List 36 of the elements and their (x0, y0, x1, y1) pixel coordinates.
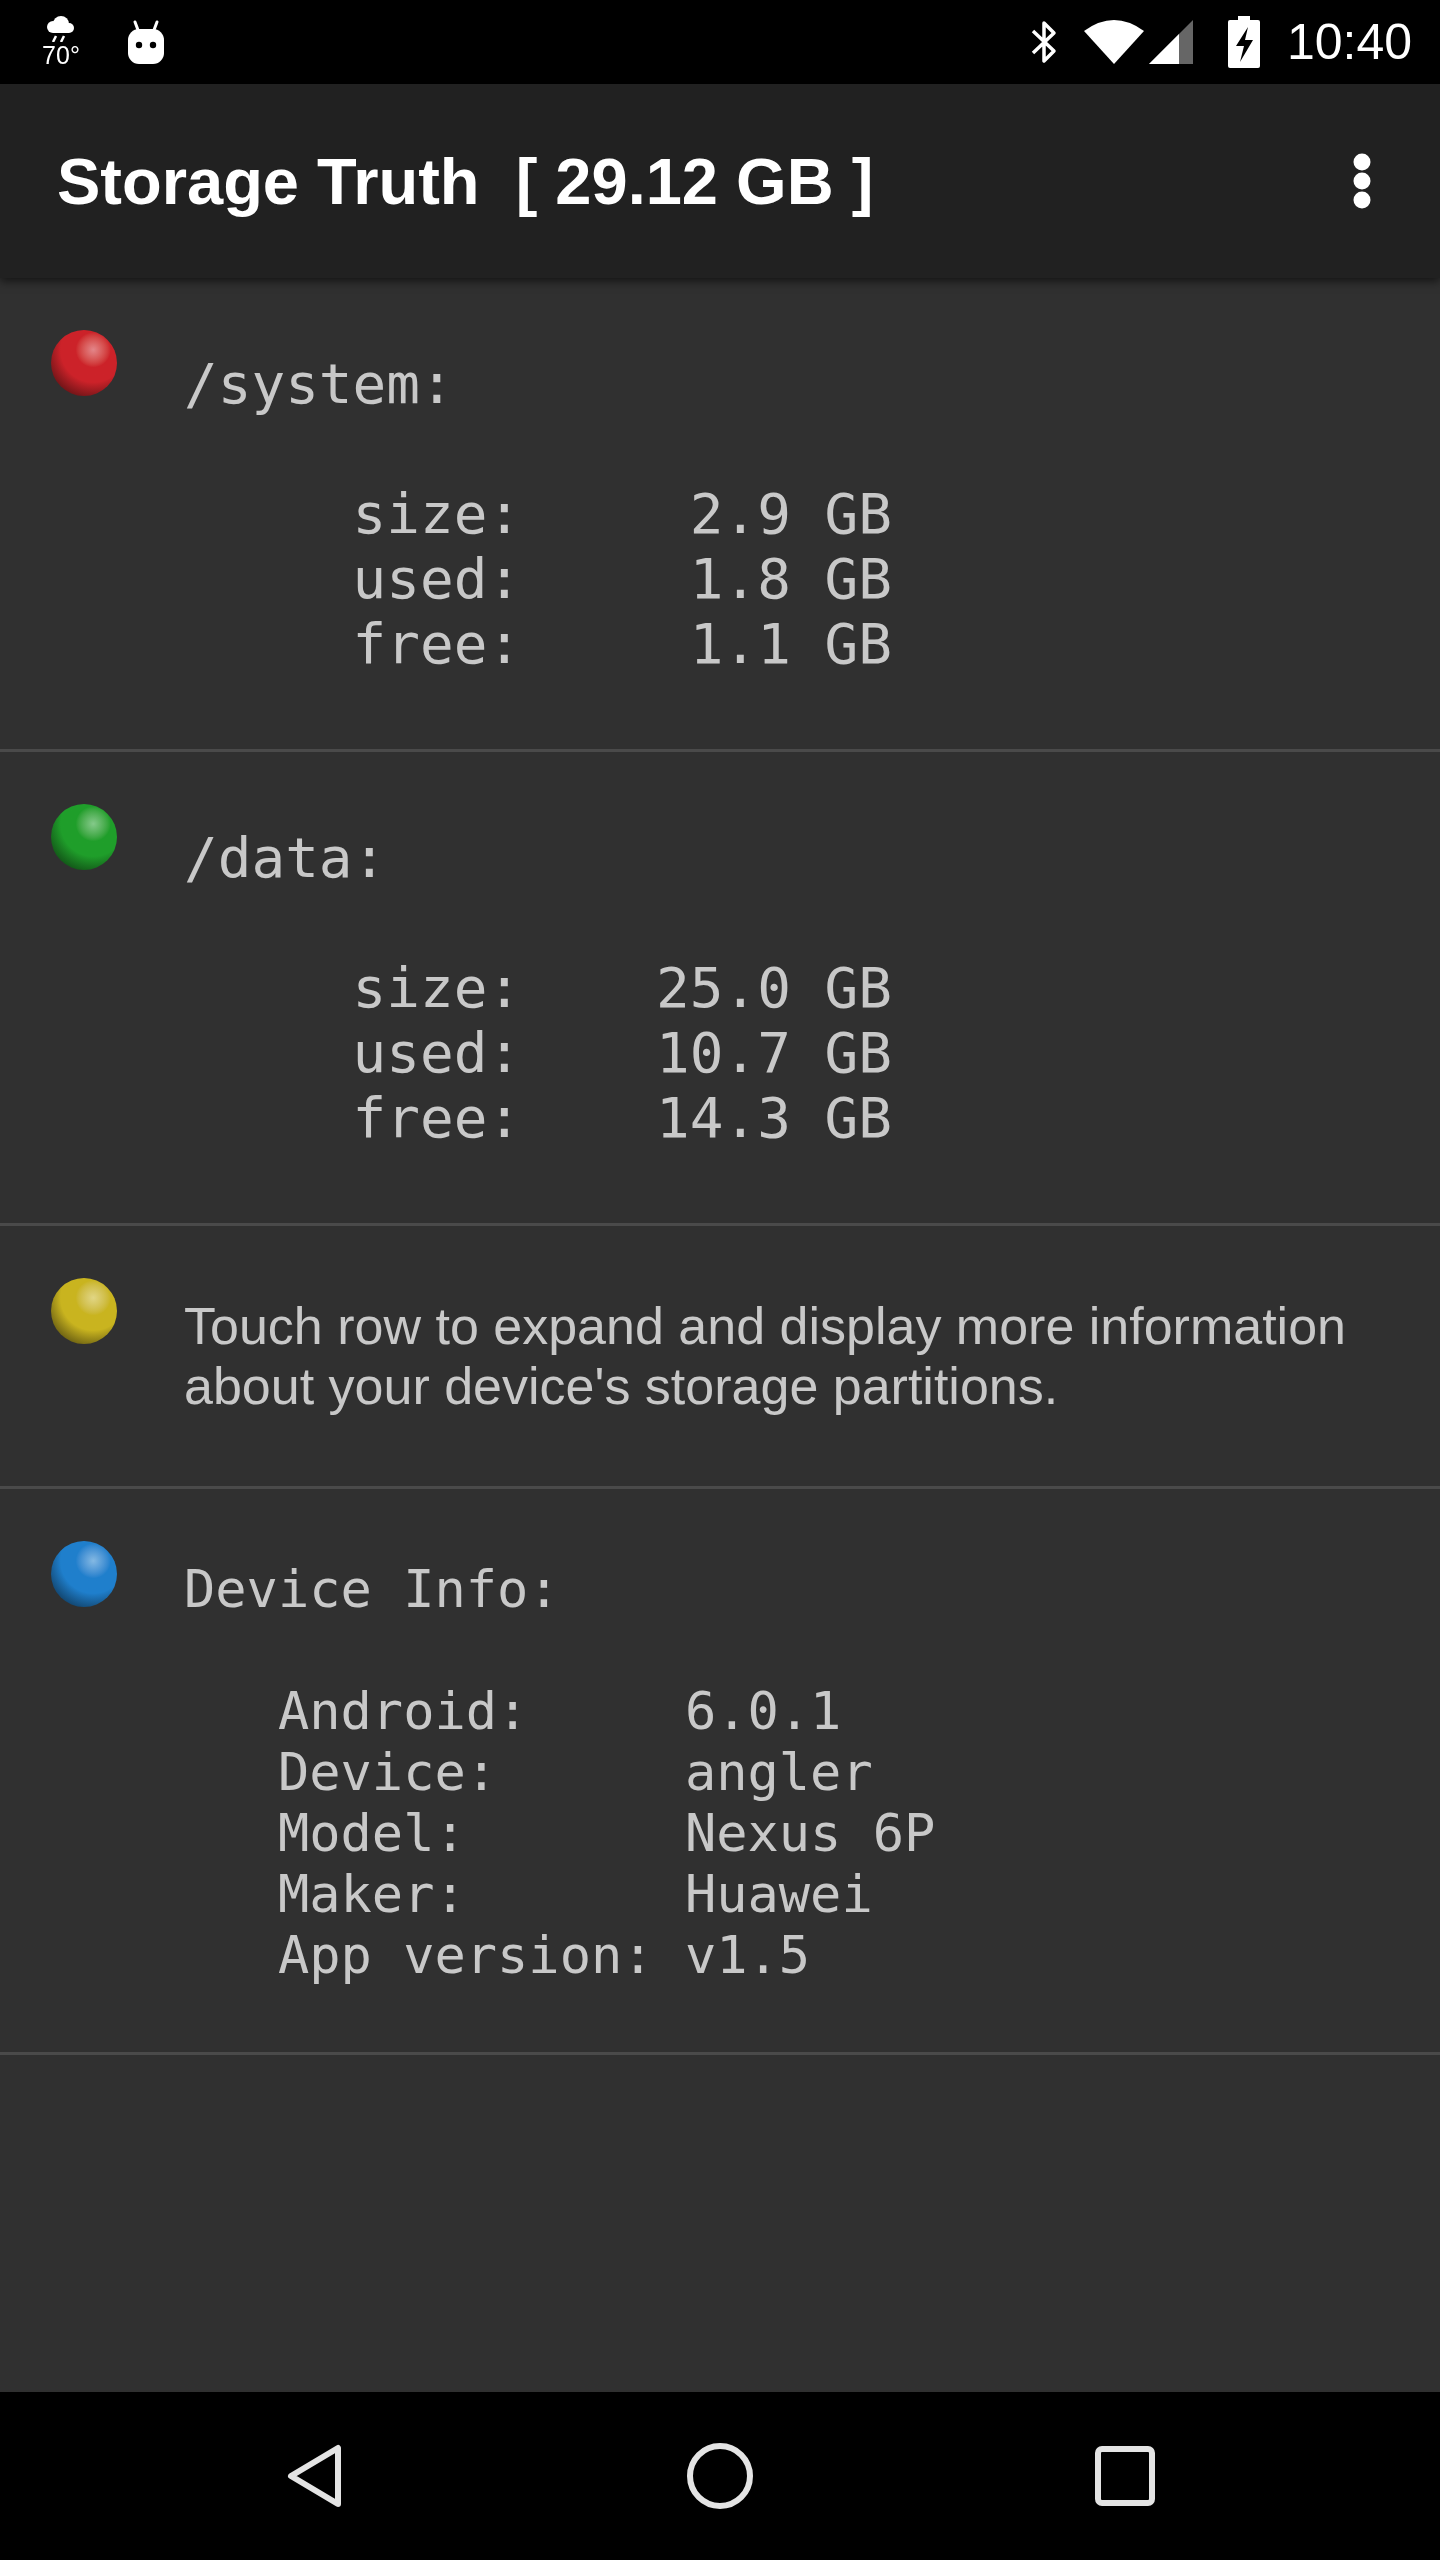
field-value: 6.0.1 (684, 1681, 842, 1742)
section-heading: /data: (184, 825, 387, 890)
field-value: 1.8 GB (689, 546, 892, 611)
field-value: angler (684, 1742, 873, 1803)
field-value: 14.3 GB (656, 1085, 892, 1150)
field-value: 1.1 GB (689, 611, 892, 676)
temperature: 70° (42, 42, 80, 68)
section-heading: /system: (184, 351, 454, 416)
robot-icon (126, 20, 166, 64)
field-label: App version: (277, 1925, 654, 1986)
home-icon[interactable] (687, 2443, 753, 2509)
section-heading: Device Info: (184, 1559, 560, 1620)
wifi-icon (1083, 20, 1144, 64)
field-value: 25.0 GB (656, 955, 892, 1020)
recents-icon[interactable] (1092, 2443, 1158, 2509)
field-value: Nexus 6P (684, 1803, 936, 1864)
field-label: Android: (277, 1681, 529, 1742)
field-label: Model: (277, 1803, 466, 1864)
status-time: 10:40 (1286, 13, 1412, 72)
menu-icon[interactable] (1352, 153, 1372, 209)
field-value: v1.5 (684, 1925, 811, 1986)
field-label: Maker: (277, 1864, 466, 1925)
field-value: 10.7 GB (656, 1020, 892, 1085)
app-title: Storage Truth [ 29.12 GB ] (57, 143, 875, 219)
hint-text: Touch row to expand and display more information about your device's storage partitions. (184, 1296, 1347, 1416)
field-value: 2.9 GB (689, 481, 892, 546)
field-label: Device: (277, 1742, 498, 1803)
field-label: free: (352, 611, 522, 676)
field-label: used: (352, 546, 522, 611)
field-label: used: (352, 1020, 522, 1085)
field-label: free: (352, 1085, 522, 1150)
field-label: size: (352, 481, 522, 546)
battery-charging-icon (1226, 16, 1261, 68)
field-value: Huawei (684, 1864, 873, 1925)
signal-icon (1148, 20, 1193, 64)
field-label: size: (352, 955, 522, 1020)
